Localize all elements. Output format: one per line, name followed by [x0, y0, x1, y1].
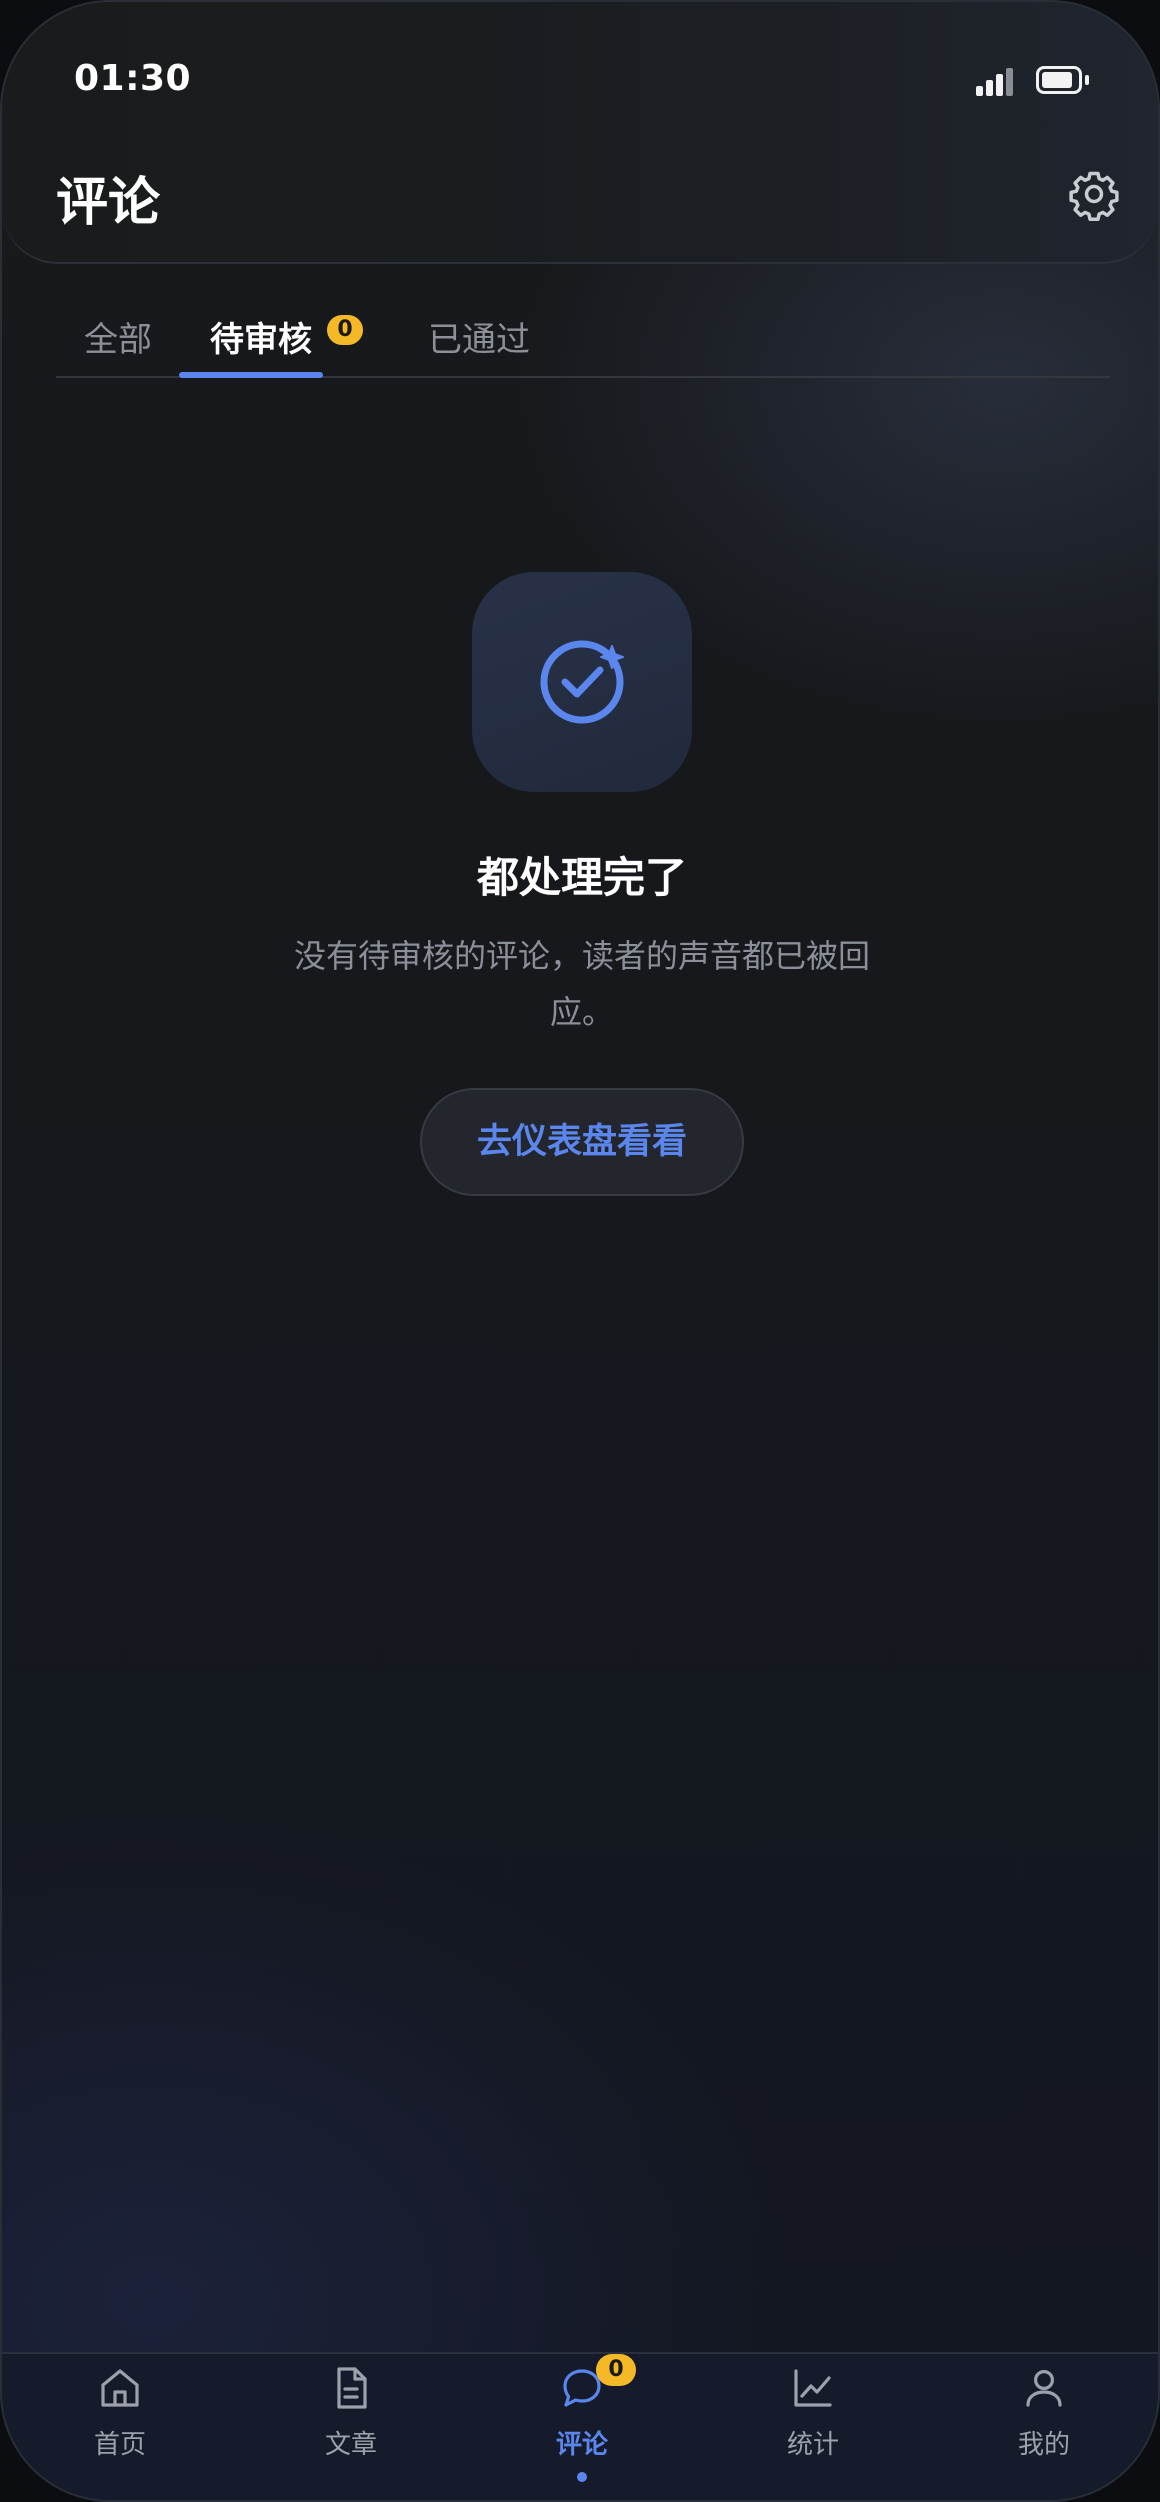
nav-label-home: 首页 — [93, 2430, 146, 2460]
active-tab-indicator — [179, 372, 323, 378]
nav-item-home[interactable]: 首页 — [4, 2354, 236, 2500]
app-header: 01:30 评论 — [2, 2, 1158, 264]
check-circle-sparkle-icon — [540, 640, 624, 724]
status-time: 01:30 — [74, 58, 192, 99]
nav-label-profile: 我的 — [1017, 2430, 1070, 2460]
empty-state-title: 都处理完了 — [476, 853, 687, 902]
nav-item-articles[interactable]: 文章 — [235, 2354, 467, 2500]
nav-item-profile[interactable]: 我的 — [928, 2354, 1158, 2500]
bottom-nav: 首页 文章 0 评论 统计 我的 — [2, 2352, 1158, 2500]
empty-state-description-line1: 没有待审核的评论，读者的声音都已被回 — [293, 937, 870, 975]
nav-item-comments[interactable]: 0 评论 — [466, 2354, 698, 2500]
chart-icon — [794, 2369, 832, 2407]
go-to-dashboard-button[interactable]: 去仪表盘看看 — [420, 1088, 744, 1196]
phone-screen: 01:30 评论 全部 待审核 0 已通过 都处理完了 没有待审核的评论，读者的… — [0, 0, 1160, 2502]
user-icon — [1026, 2370, 1062, 2407]
nav-item-stats[interactable]: 统计 — [697, 2354, 929, 2500]
nav-label-articles: 文章 — [324, 2430, 377, 2460]
document-icon — [337, 2367, 367, 2409]
battery-icon — [1036, 66, 1090, 94]
page-title: 评论 — [56, 173, 161, 233]
active-nav-dot — [577, 2472, 587, 2482]
tab-all[interactable]: 全部 — [84, 312, 152, 361]
signal-icon — [976, 66, 1016, 96]
tab-pending[interactable]: 待审核 — [210, 312, 312, 361]
empty-state-description-line2: 应。 — [549, 993, 614, 1031]
nav-label-stats: 统计 — [786, 2430, 839, 2460]
nav-label-comments: 评论 — [555, 2430, 608, 2460]
comment-filter-tabs: 全部 待审核 0 已通过 — [56, 302, 1110, 378]
empty-state-icon-box — [472, 572, 692, 792]
empty-state-description: 没有待审核的评论，读者的声音都已被回 应。 — [282, 928, 882, 1040]
gear-icon[interactable] — [1066, 166, 1122, 222]
pending-count-badge: 0 — [327, 315, 363, 345]
home-icon — [101, 2369, 139, 2407]
comments-count-badge: 0 — [596, 2354, 636, 2386]
tab-approved[interactable]: 已通过 — [428, 312, 530, 361]
